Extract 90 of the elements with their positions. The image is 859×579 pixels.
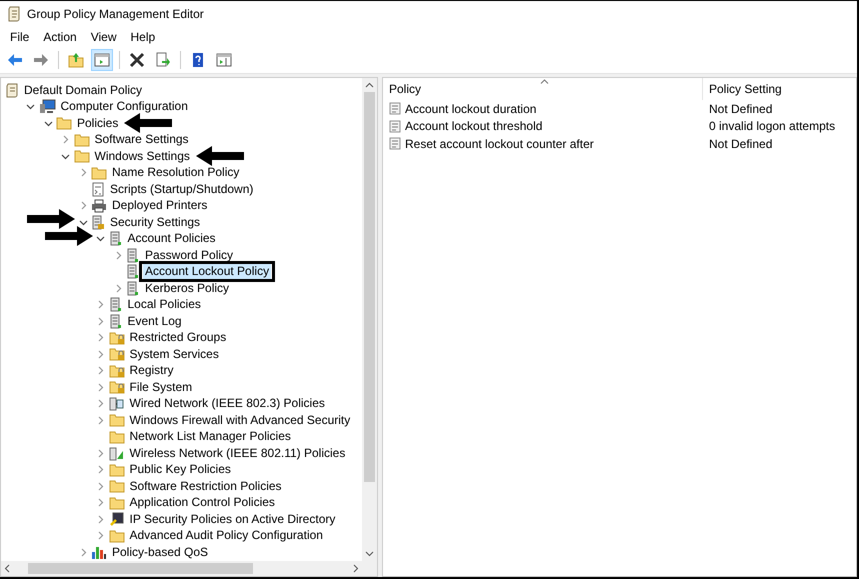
table-cell-text: Not Defined [708,102,774,116]
script-icon [91,182,105,197]
folder-icon [91,166,107,180]
tree-item[interactable]: File System [128,380,194,395]
tree-item[interactable]: Software Restriction Policies [128,478,284,494]
chevron-icon[interactable] [78,218,88,227]
tree-item[interactable]: Kerberos Policy [143,280,232,296]
tree-item[interactable]: Policy-based QoS [110,544,210,560]
tree-item[interactable]: Deployed Printers [110,198,210,214]
tree-item[interactable]: Event Log [126,314,184,329]
tree-item[interactable]: Advanced Audit Policy Configuration [128,528,325,544]
locked-folder-icon [108,364,124,378]
sort-caret-icon [540,79,549,84]
policy-icon [126,264,140,280]
folder-icon [108,413,124,428]
folder-icon [108,528,124,543]
policy-setting-icon [389,137,402,150]
locked-folder-icon [108,380,124,394]
tree-item[interactable]: Name Resolution Policy [110,165,242,180]
policy-icon [126,248,140,263]
column-header[interactable]: Policy [383,78,703,100]
scroll-icon [7,6,21,22]
locked-folder-icon [108,347,124,362]
policy-icon [126,280,140,296]
network-icon [108,396,124,412]
folder-icon [108,496,124,510]
tree-item[interactable]: Password Policy [143,248,236,263]
menu-item[interactable]: View [90,30,116,44]
locked-folder-icon [108,330,124,345]
policy-icon [108,297,122,312]
policy-setting-icon [389,120,402,133]
horizontal-scrollbar[interactable] [1,561,362,576]
tree-item[interactable]: Wireless Network (IEEE 802.11) Policies [128,446,348,461]
folder-icon [74,132,90,147]
scroll-icon [5,82,19,98]
column-header[interactable]: Policy Setting [703,78,856,100]
menu-item[interactable]: Action [43,30,77,44]
secured-server-icon [91,214,105,230]
tree-item[interactable]: Application Control Policies [128,495,277,510]
chevron-icon[interactable] [96,234,105,244]
up-folder-icon[interactable] [68,52,84,68]
tree-item[interactable]: Wired Network (IEEE 802.3) Policies [128,396,327,412]
tree-item[interactable]: Windows Firewall with Advanced Security [128,412,352,428]
tree-item[interactable]: Registry [128,363,176,378]
console-pane-icon[interactable] [216,52,232,68]
folder-icon [108,479,124,494]
window-title: Group Policy Management Editor [27,7,204,21]
tree-item[interactable]: Windows Settings [92,148,192,164]
tree-item[interactable]: Computer Configuration [58,99,190,114]
tree-item[interactable]: IP Security Policies on Active Directory [128,512,338,527]
tree-item[interactable]: Policies [75,116,120,131]
printer-icon [91,198,107,213]
tree-item[interactable]: Software Settings [92,132,191,148]
policy-setting-icon [389,102,402,116]
folder-icon [74,149,90,164]
tree-item[interactable]: Account Policies [126,231,218,246]
chevron-icon[interactable] [26,102,35,112]
folder-icon [108,430,124,444]
tree-item[interactable]: Local Policies [126,297,203,312]
monitor-key-icon [108,512,124,527]
table-cell: Account lockout duration [383,102,703,116]
menu-item[interactable]: File [10,30,30,44]
table-cell: Reset account lockout counter after [383,136,703,151]
tree-item[interactable]: Scripts (Startup/Shutdown) [108,182,256,197]
vertical-scrollbar[interactable] [362,78,377,561]
wireless-icon [108,446,124,461]
tree-item[interactable]: Restricted Groups [128,330,228,346]
back-icon[interactable] [7,52,23,68]
tree-item[interactable]: Security Settings [108,214,202,230]
bar-graph-icon [91,545,107,560]
export-icon[interactable] [155,52,171,68]
folder-icon [108,462,124,477]
policy-icon [108,314,122,329]
menu-item[interactable]: Help [130,30,156,44]
chevron-icon[interactable] [61,152,70,161]
tree-item[interactable]: System Services [128,346,221,362]
forward-icon[interactable] [33,52,49,68]
computer-icon [38,99,56,114]
policy-icon [108,231,122,246]
folder-icon [56,116,72,130]
tree-item[interactable]: Public Key Policies [128,462,233,478]
table-cell-text: 0 invalid logon attempts [708,119,836,134]
help-icon[interactable] [190,52,206,68]
tree-item[interactable]: Default Domain Policy [22,82,144,98]
table-cell: Account lockout threshold [383,119,703,134]
table-cell-text: Not Defined [708,136,774,151]
delete-icon[interactable] [129,52,145,68]
tree-pane-icon[interactable] [94,52,110,68]
chevron-icon[interactable] [44,118,52,128]
tree-item[interactable]: Network List Manager Policies [128,429,293,444]
